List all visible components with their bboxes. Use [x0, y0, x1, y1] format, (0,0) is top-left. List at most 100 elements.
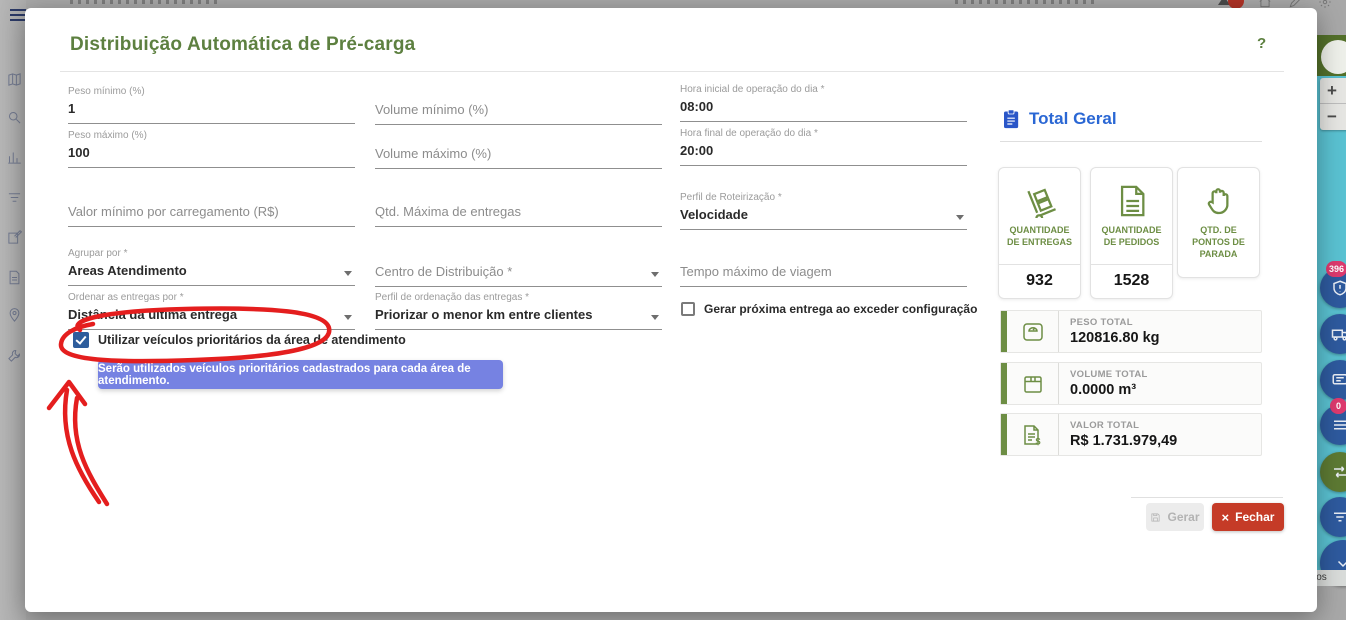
- field-label: Ordenar as entregas por *: [68, 292, 355, 303]
- field-value: 100: [68, 145, 355, 168]
- chevron-down-icon: [651, 315, 659, 320]
- zoom-in-button[interactable]: +: [1320, 78, 1346, 104]
- document-icon: [1091, 168, 1172, 220]
- alerts-badge: 396: [1326, 261, 1346, 277]
- sidebar-item-edit[interactable]: [7, 230, 22, 245]
- chevron-down-icon: [956, 215, 964, 220]
- chevron-down-icon: [651, 272, 659, 277]
- valor-total-row: $ VALOR TOTAL R$ 1.731.979,49: [1000, 413, 1262, 456]
- field-placeholder: Tempo máximo de viagem: [680, 264, 967, 287]
- total-label: VOLUME TOTAL: [1070, 369, 1148, 380]
- card-quantidade-entregas: QUANTIDADE DE ENTREGAS 932: [998, 167, 1081, 299]
- invoice-icon: $: [1007, 414, 1059, 455]
- left-sidebar: [0, 0, 26, 620]
- gerar-proxima-checkbox[interactable]: Gerar próxima entrega ao exceder configu…: [681, 302, 977, 316]
- field-placeholder: Qtd. Máxima de entregas: [375, 204, 662, 227]
- total-label: PESO TOTAL: [1070, 317, 1160, 328]
- field-value: 20:00: [680, 143, 967, 166]
- hora-final-field[interactable]: Hora final de operação do dia * 20:00: [680, 128, 967, 166]
- sidebar-item-document[interactable]: [7, 270, 22, 285]
- field-value: 1: [68, 101, 355, 124]
- list-badge: 0: [1330, 398, 1346, 414]
- card-value: 1528: [1091, 264, 1172, 298]
- chevron-down-icon: [344, 315, 352, 320]
- field-label: Agrupar por *: [68, 248, 355, 259]
- sidebar-item-search[interactable]: [7, 110, 22, 125]
- close-icon: ×: [1222, 510, 1230, 525]
- card-label: QUANTIDADE DE PEDIDOS: [1091, 220, 1172, 264]
- footer-divider: [1131, 497, 1283, 498]
- total-geral-header: Total Geral: [1003, 109, 1117, 129]
- save-icon: [1150, 512, 1161, 523]
- volume-maximo-field[interactable]: Volume máximo (%): [375, 130, 662, 169]
- veiculos-tooltip: Serão utilizados veículos prioritários c…: [98, 360, 503, 389]
- checkbox-label: Utilizar veículos prioritários da área d…: [98, 333, 406, 347]
- clipped-header-text: [955, 0, 1095, 4]
- modal-distribuicao-automatica: Distribuição Automática de Pré-carga ? P…: [25, 8, 1317, 612]
- card-value: 932: [999, 264, 1080, 298]
- card-quantidade-pedidos: QUANTIDADE DE PEDIDOS 1528: [1090, 167, 1173, 299]
- scale-icon: [1007, 311, 1059, 352]
- perfil-roteirizacao-select[interactable]: Perfil de Roteirização * Velocidade: [680, 192, 967, 230]
- volume-total-row: VOLUME TOTAL 0.0000 m³: [1000, 362, 1262, 405]
- field-value: 08:00: [680, 99, 967, 122]
- total-value: R$ 1.731.979,49: [1070, 433, 1177, 449]
- help-icon[interactable]: ?: [1257, 35, 1266, 52]
- field-value: Areas Atendimento: [68, 263, 355, 286]
- sidebar-item-map[interactable]: [7, 72, 22, 87]
- field-placeholder: Centro de Distribuição *: [375, 264, 662, 287]
- zoom-out-button[interactable]: −: [1320, 104, 1346, 130]
- map-zoom-control: + −: [1320, 78, 1346, 130]
- checkbox-unchecked-icon: [681, 302, 695, 316]
- sidebar-item-chart[interactable]: [7, 150, 22, 165]
- field-value: Velocidade: [680, 207, 967, 230]
- field-label: Perfil de Roteirização *: [680, 192, 967, 203]
- field-value: Priorizar o menor km entre clientes: [375, 307, 662, 330]
- field-placeholder: Volume máximo (%): [375, 146, 662, 169]
- hand-icon: [1178, 168, 1259, 220]
- box-icon: [1007, 363, 1059, 404]
- field-label: Hora final de operação do dia *: [680, 128, 967, 139]
- checkbox-label: Gerar próxima entrega ao exceder configu…: [704, 302, 977, 316]
- hand-truck-icon: [999, 168, 1080, 220]
- sidebar-item-tools[interactable]: [7, 348, 22, 363]
- modal-title: Distribuição Automática de Pré-carga: [70, 34, 415, 56]
- total-label: VALOR TOTAL: [1070, 420, 1177, 431]
- tempo-maximo-field[interactable]: Tempo máximo de viagem: [680, 248, 967, 287]
- field-label: Peso máximo (%): [68, 130, 355, 141]
- total-value: 0.0000 m³: [1070, 382, 1148, 398]
- perfil-ordenacao-select[interactable]: Perfil de ordenação das entregas * Prior…: [375, 292, 662, 330]
- agrupar-por-select[interactable]: Agrupar por * Areas Atendimento: [68, 248, 355, 286]
- volume-minimo-field[interactable]: Volume mínimo (%): [375, 86, 662, 125]
- peso-maximo-field[interactable]: Peso máximo (%) 100: [68, 130, 355, 168]
- ordenar-entregas-select[interactable]: Ordenar as entregas por * Distância da ú…: [68, 292, 355, 330]
- sidebar-item-filter[interactable]: [7, 190, 22, 205]
- card-label: QTD. DE PONTOS DE PARADA: [1178, 220, 1259, 268]
- centro-distribuicao-select[interactable]: Centro de Distribuição *: [375, 248, 662, 287]
- valor-minimo-field[interactable]: Valor mínimo por carregamento (R$): [68, 188, 355, 227]
- gear-icon[interactable]: [1318, 0, 1332, 11]
- sidebar-item-pin[interactable]: [7, 308, 22, 323]
- field-label: Peso mínimo (%): [68, 86, 355, 97]
- field-label: Hora inicial de operação do dia *: [680, 84, 967, 95]
- gerar-button[interactable]: Gerar: [1146, 503, 1204, 531]
- field-placeholder: Volume mínimo (%): [375, 102, 662, 125]
- card-pontos-parada: QTD. DE PONTOS DE PARADA: [1177, 167, 1260, 278]
- chevron-down-icon: [344, 271, 352, 276]
- fechar-button[interactable]: × Fechar: [1212, 503, 1284, 531]
- utilizar-veiculos-checkbox[interactable]: Utilizar veículos prioritários da área d…: [73, 332, 406, 348]
- field-label: Perfil de ordenação das entregas *: [375, 292, 662, 303]
- clipped-header-text: [70, 0, 220, 4]
- hora-inicial-field[interactable]: Hora inicial de operação do dia * 08:00: [680, 84, 967, 122]
- checkbox-checked-icon: [73, 332, 89, 348]
- field-placeholder: Valor mínimo por carregamento (R$): [68, 204, 355, 227]
- peso-total-row: PESO TOTAL 120816.80 kg: [1000, 310, 1262, 353]
- svg-text:$: $: [1035, 436, 1040, 446]
- card-label: QUANTIDADE DE ENTREGAS: [999, 220, 1080, 264]
- title-divider: [60, 71, 1284, 72]
- menu-hamburger-icon[interactable]: [10, 9, 26, 21]
- clipboard-icon: [1003, 109, 1020, 129]
- qtd-maxima-field[interactable]: Qtd. Máxima de entregas: [375, 188, 662, 227]
- total-geral-title: Total Geral: [1029, 109, 1117, 129]
- peso-minimo-field[interactable]: Peso mínimo (%) 1: [68, 86, 355, 124]
